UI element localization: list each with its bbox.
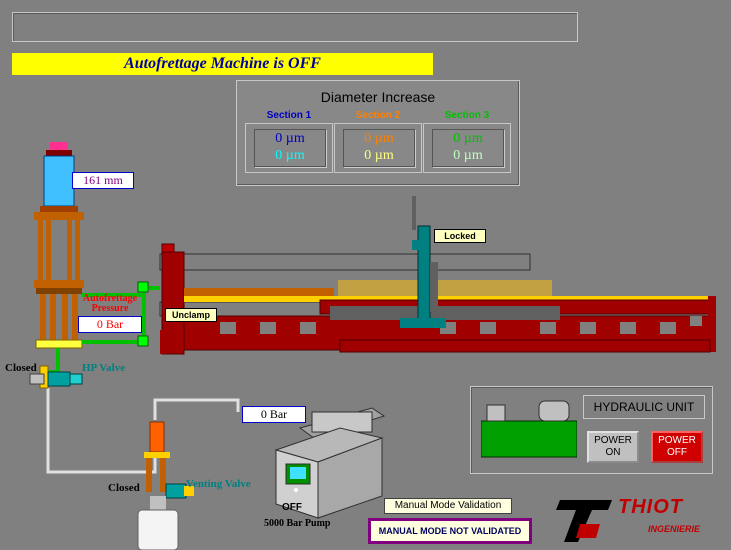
manual-mode-validation-button[interactable]: Manual Mode Validation	[384, 498, 512, 514]
brand-name: THIOT	[618, 496, 683, 518]
cylinder-position-display: 161 mm	[72, 172, 134, 189]
thiot-logo: THIOT INGENIERIE	[556, 494, 716, 546]
unclamp-button[interactable]: Unclamp	[165, 308, 217, 322]
brand-subtitle: INGENIERIE	[648, 524, 701, 534]
hydraulic-unit-panel: HYDRAULIC UNIT POWER ON POWER OFF	[470, 386, 713, 474]
power-on-button[interactable]: POWER ON	[587, 431, 639, 463]
pump-pressure-display: 0 Bar	[242, 406, 306, 423]
hp-valve-label: HP Valve	[82, 362, 126, 374]
lock-state-indicator: Locked	[434, 229, 486, 243]
venting-valve-state: Closed	[108, 482, 140, 494]
hp-valve-state: Closed	[5, 362, 37, 374]
hydraulic-unit-title: HYDRAULIC UNIT	[583, 395, 705, 419]
power-off-button[interactable]: POWER OFF	[651, 431, 703, 463]
pipe-fitting	[137, 281, 149, 293]
lp-pipes	[46, 388, 240, 474]
thiot-logo-mark	[556, 500, 612, 542]
pump-label: 5000 Bar Pump	[264, 518, 331, 529]
autofrettage-pressure-display: 0 Bar	[78, 316, 142, 333]
venting-valve-label: Venting Valve	[186, 478, 251, 490]
manual-mode-status: MANUAL MODE NOT VALIDATED	[368, 518, 532, 544]
pump-state: OFF	[282, 502, 302, 513]
hydraulic-tank-icon	[481, 400, 577, 458]
autofrettage-pressure-label: Autofrettage Pressure	[82, 293, 138, 314]
pipe-fitting	[137, 335, 149, 347]
